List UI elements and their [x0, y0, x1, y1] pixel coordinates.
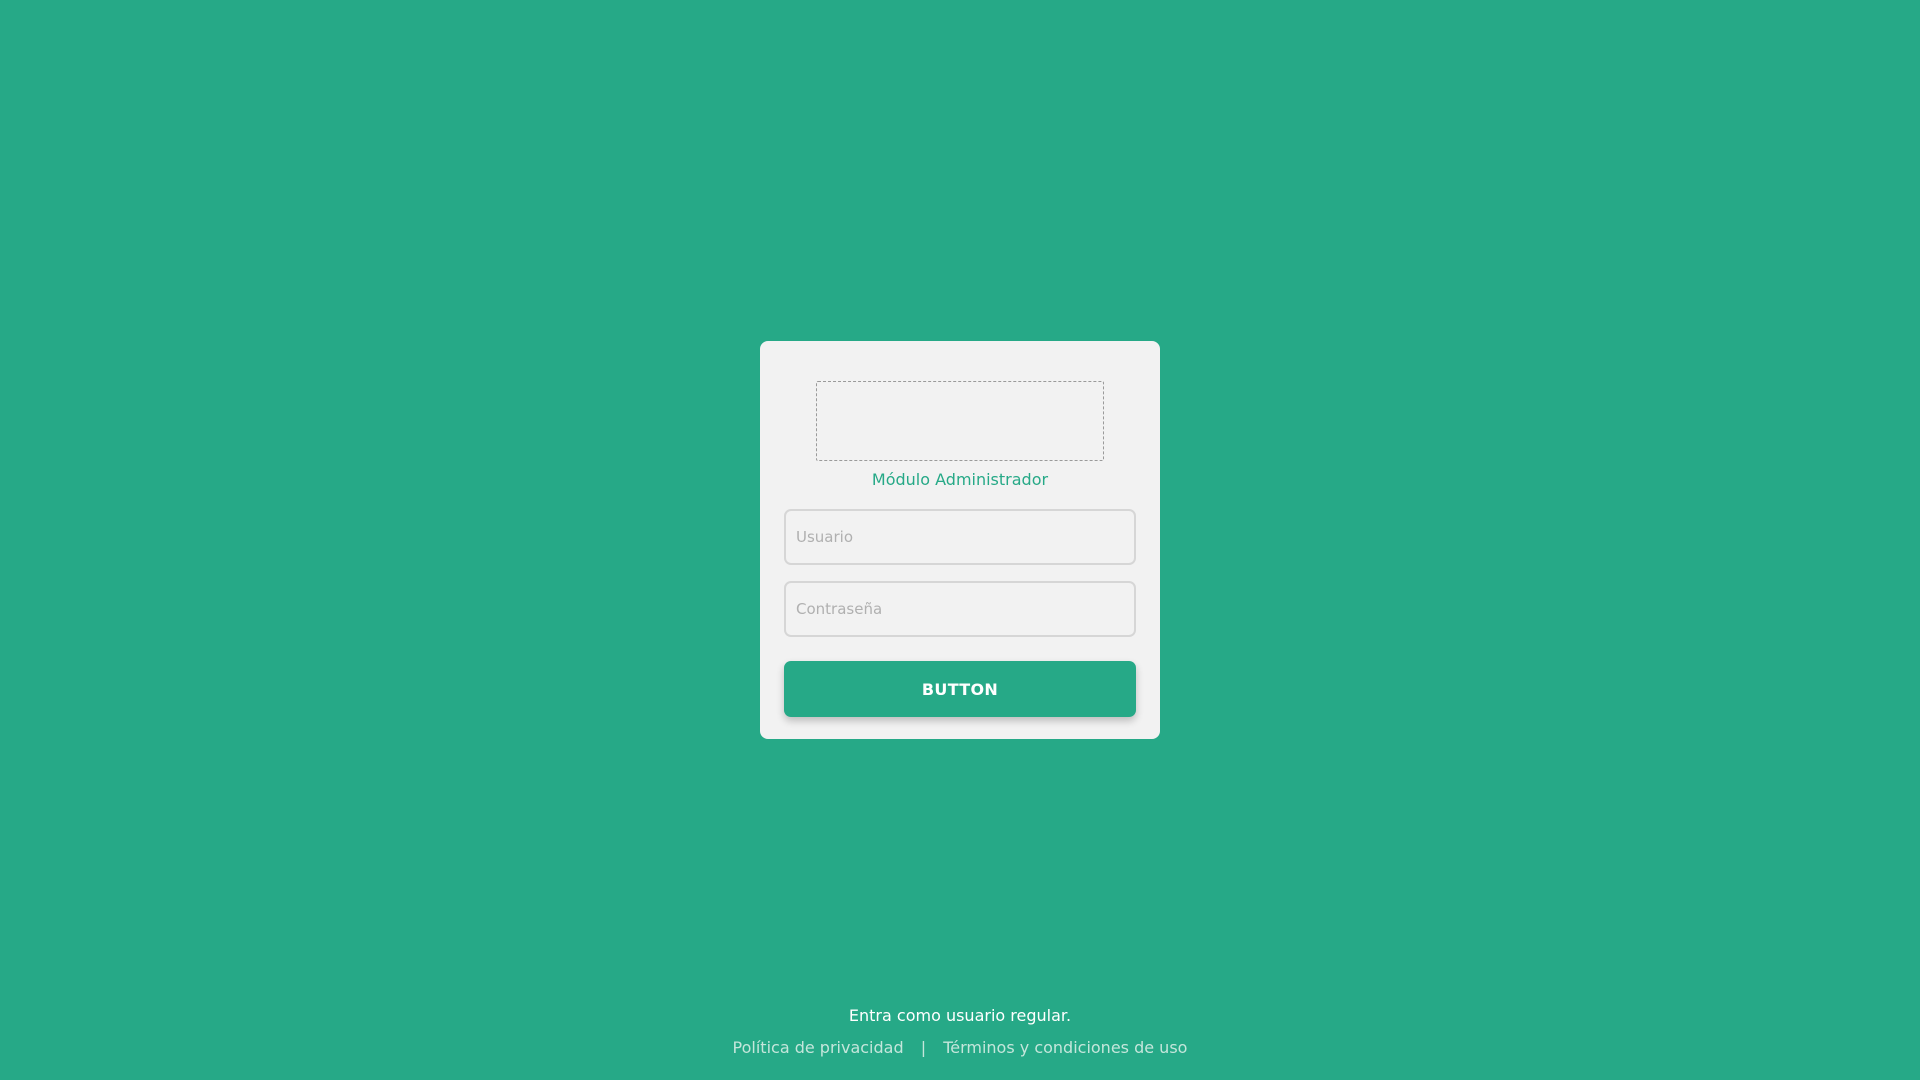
- password-input[interactable]: [784, 581, 1136, 637]
- username-input[interactable]: [784, 509, 1136, 565]
- login-card: Módulo Administrador BUTTON: [760, 341, 1160, 739]
- footer-separator: |: [920, 1038, 927, 1057]
- login-button[interactable]: BUTTON: [784, 661, 1136, 717]
- logo-placeholder: [816, 381, 1104, 461]
- regular-user-link[interactable]: Entra como usuario regular.: [0, 1005, 1920, 1027]
- terms-link[interactable]: Términos y condiciones de uso: [943, 1038, 1187, 1057]
- footer-legal-links: Política de privacidad | Términos y cond…: [0, 1037, 1920, 1059]
- privacy-policy-link[interactable]: Política de privacidad: [733, 1038, 904, 1057]
- module-title: Módulo Administrador: [871, 470, 1049, 489]
